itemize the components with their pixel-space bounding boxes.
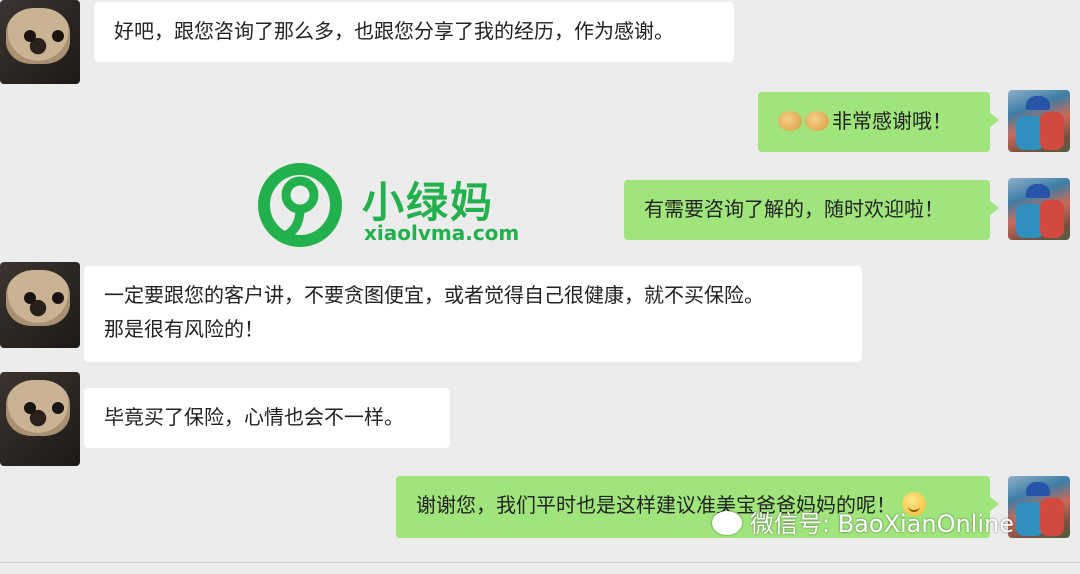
logo-mark-icon bbox=[258, 163, 342, 247]
pug-face bbox=[6, 380, 70, 436]
watermark: 微信号: BaoXianOnline bbox=[712, 504, 1014, 539]
message-text: 毕竟买了保险，心情也会不一样。 bbox=[104, 405, 404, 429]
message-text: 非常感谢哦！ bbox=[832, 109, 952, 133]
wechat-icon bbox=[712, 511, 742, 535]
divider bbox=[0, 562, 1080, 563]
pug-face bbox=[6, 8, 70, 64]
message-text-line: 那是很有风险的！ bbox=[104, 317, 264, 341]
message-bubble[interactable]: 好吧，跟您咨询了那么多，也跟您分享了我的经历，作为感谢。 bbox=[94, 2, 734, 62]
handshake-icon bbox=[805, 111, 829, 131]
message-bubble[interactable]: 一定要跟您的客户讲，不要贪图便宜，或者觉得自己很健康，就不买保险。 那是很有风险… bbox=[84, 266, 862, 362]
watermark-text: 微信号: BaoXianOnline bbox=[750, 510, 1015, 538]
user-avatar[interactable] bbox=[1008, 90, 1070, 152]
message-bubble[interactable]: 非常感谢哦！ bbox=[758, 92, 999, 152]
user-avatar[interactable] bbox=[1008, 178, 1070, 240]
message-text: 有需要咨询了解的，随时欢迎啦！ bbox=[644, 197, 944, 221]
logo-url: xiaolvma.com bbox=[364, 221, 520, 245]
contact-avatar[interactable] bbox=[0, 372, 80, 466]
contact-avatar[interactable] bbox=[0, 0, 80, 84]
contact-avatar[interactable] bbox=[0, 262, 80, 348]
message-bubble[interactable]: 有需要咨询了解的，随时欢迎啦！ bbox=[624, 180, 999, 240]
user-avatar[interactable] bbox=[1008, 476, 1070, 538]
pug-face bbox=[6, 270, 70, 326]
message-text: 好吧，跟您咨询了那么多，也跟您分享了我的经历，作为感谢。 bbox=[114, 19, 674, 43]
handshake-icon bbox=[778, 111, 802, 131]
brand-logo: 小绿妈 xiaolvma.com bbox=[252, 157, 532, 257]
message-text-line: 一定要跟您的客户讲，不要贪图便宜，或者觉得自己很健康，就不买保险。 bbox=[104, 283, 764, 307]
message-bubble[interactable]: 毕竟买了保险，心情也会不一样。 bbox=[84, 388, 450, 448]
